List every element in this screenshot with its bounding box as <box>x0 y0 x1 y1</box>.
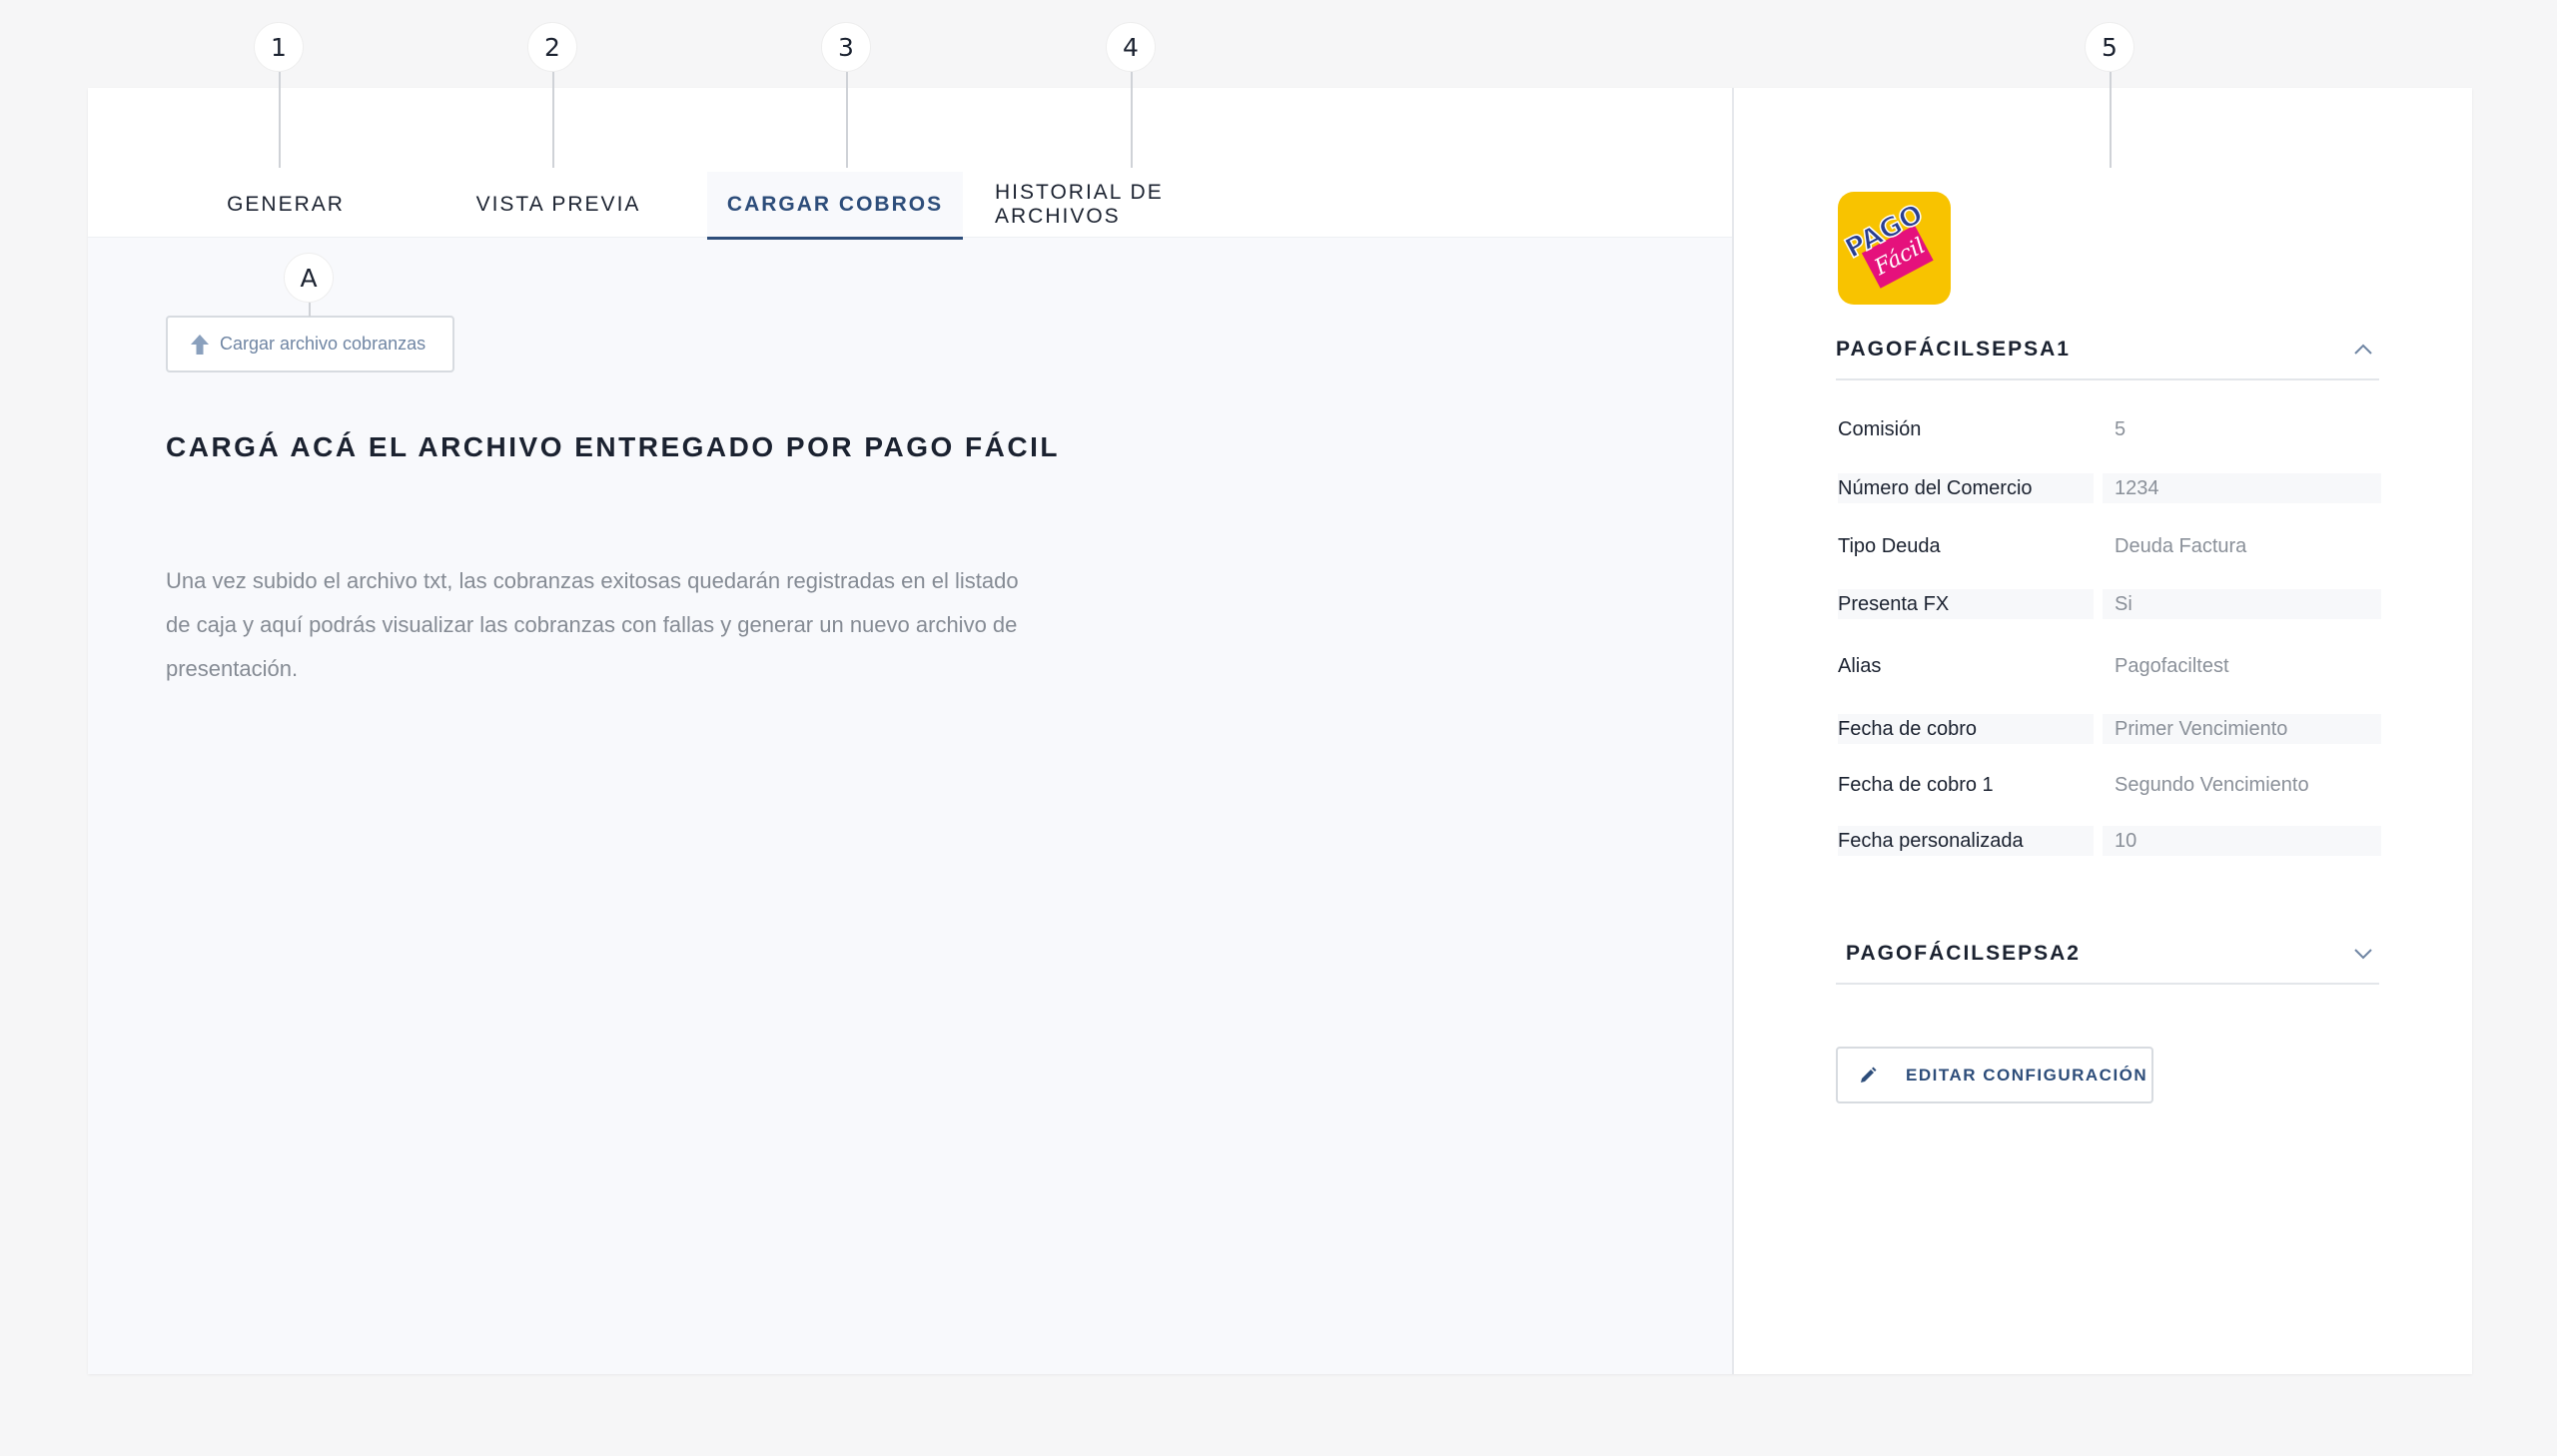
tab-cargar-cobros[interactable]: CARGAR COBROS <box>707 172 963 240</box>
section-label-sepsa2: PAGOFÁCILSEPSA2 <box>1846 942 2081 965</box>
config-row-fecha-cobro: Fecha de cobro Primer Vencimiento <box>1838 714 2381 744</box>
callout-line-4 <box>1131 72 1133 168</box>
section-label-sepsa1: PAGOFÁCILSEPSA1 <box>1836 338 2071 361</box>
config-value: Si <box>2103 589 2381 619</box>
config-key: Alias <box>1838 654 1882 677</box>
instructions-body: Una vez subido el archivo txt, las cobra… <box>166 568 1019 681</box>
pencil-icon <box>1858 1066 1878 1086</box>
config-key: Presenta FX <box>1838 589 2094 619</box>
callout-marker-a: A <box>284 253 334 303</box>
tab-bar: GENERAR VISTA PREVIA CARGAR COBROS HISTO… <box>88 88 1732 240</box>
chevron-up-icon[interactable] <box>2353 344 2373 356</box>
upload-arrow-icon <box>190 334 210 356</box>
callout-line-1 <box>279 72 281 168</box>
config-key: Comisión <box>1838 417 1922 440</box>
config-key: Fecha personalizada <box>1838 826 2094 856</box>
tab-vista-previa[interactable]: VISTA PREVIA <box>463 172 653 238</box>
callout-marker-5: 5 <box>2085 22 2134 72</box>
config-key: Tipo Deuda <box>1838 534 1941 557</box>
config-row-alias: Alias Pagofaciltest <box>1838 651 2381 681</box>
config-key: Fecha de cobro 1 <box>1838 773 1994 796</box>
chevron-down-icon[interactable] <box>2353 948 2373 960</box>
config-value: Deuda Factura <box>2115 534 2247 557</box>
config-side-panel: PAGO Fácil PAGOFÁCILSEPSA1 Comisión 5 Nú… <box>1734 88 2472 1374</box>
config-value: Pagofaciltest <box>2115 654 2229 677</box>
pago-facil-logo-mark: PAGO Fácil <box>1840 198 1934 289</box>
config-value: Segundo Vencimiento <box>2115 773 2309 796</box>
upload-file-button[interactable]: Cargar archivo cobranzas <box>166 316 454 372</box>
callout-line-3 <box>846 72 848 168</box>
config-row-tipo-deuda: Tipo Deuda Deuda Factura <box>1838 531 2381 561</box>
section-header-sepsa2[interactable]: PAGOFÁCILSEPSA2 <box>1836 925 2379 985</box>
config-value: Primer Vencimiento <box>2103 714 2381 744</box>
config-key: Número del Comercio <box>1838 473 2094 503</box>
config-row-numero-comercio: Número del Comercio 1234 <box>1838 473 2381 503</box>
callout-marker-4: 4 <box>1106 22 1156 72</box>
edit-configuration-button[interactable]: EDITAR CONFIGURACIÓN <box>1836 1047 2153 1103</box>
config-value: 1234 <box>2103 473 2381 503</box>
callout-line-5 <box>2110 72 2112 168</box>
config-row-presenta-fx: Presenta FX Si <box>1838 589 2381 619</box>
upload-file-label: Cargar archivo cobranzas <box>220 334 426 354</box>
pago-facil-logo: PAGO Fácil <box>1838 192 1951 305</box>
main-panel: GENERAR VISTA PREVIA CARGAR COBROS HISTO… <box>88 88 1734 1374</box>
app-window: GENERAR VISTA PREVIA CARGAR COBROS HISTO… <box>88 88 2472 1374</box>
config-row-comision: Comisión 5 <box>1838 414 2381 444</box>
callout-line-a <box>309 303 311 317</box>
edit-configuration-label: EDITAR CONFIGURACIÓN <box>1906 1065 2148 1085</box>
instructions-title: CARGÁ ACÁ EL ARCHIVO ENTREGADO POR PAGO … <box>166 431 1060 462</box>
config-value: 5 <box>2115 417 2127 440</box>
tab-generar[interactable]: GENERAR <box>198 172 374 238</box>
config-row-fecha-personalizada: Fecha personalizada 10 <box>1838 826 2381 856</box>
callout-marker-1: 1 <box>254 22 304 72</box>
callout-marker-3: 3 <box>821 22 871 72</box>
config-row-fecha-cobro-1: Fecha de cobro 1 Segundo Vencimiento <box>1838 770 2381 800</box>
section-header-sepsa1[interactable]: PAGOFÁCILSEPSA1 <box>1836 321 2379 380</box>
tab-historial-de-archivos[interactable]: HISTORIAL DE ARCHIVOS <box>995 172 1284 238</box>
callout-line-2 <box>552 72 554 168</box>
callout-marker-2: 2 <box>527 22 577 72</box>
config-value: 10 <box>2103 826 2381 856</box>
config-key: Fecha de cobro <box>1838 714 2094 744</box>
